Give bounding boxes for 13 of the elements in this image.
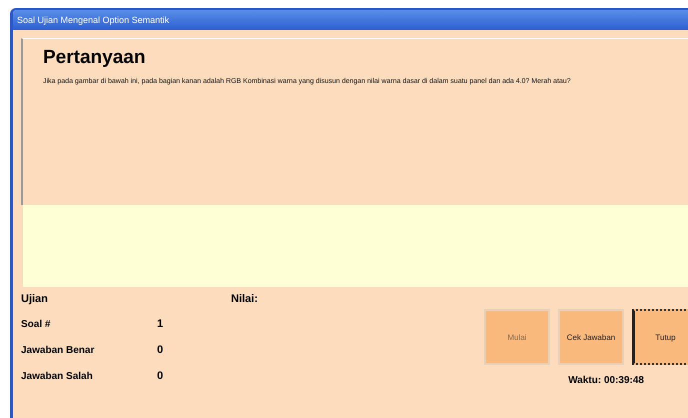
stat-label: Soal #	[21, 318, 52, 330]
stat-value: 0	[157, 370, 164, 382]
stat-label: Jawaban Benar	[21, 344, 96, 356]
stat-label: Jawaban Salah	[21, 370, 94, 382]
action-button[interactable]: Cek Jawaban	[558, 309, 624, 365]
question-heading: Pertanyaan	[43, 47, 146, 69]
window-title: Soal Ujian Mengenal Option Semantik	[17, 15, 170, 25]
exam-label: Ujian	[21, 293, 49, 305]
stat-value: 0	[157, 344, 164, 356]
score-label: Nilai:	[231, 293, 258, 305]
timer-text: Waktu: 00:39:48	[568, 375, 644, 386]
action-button[interactable]: Tutup	[632, 309, 688, 365]
stat-value: 1	[157, 318, 164, 330]
